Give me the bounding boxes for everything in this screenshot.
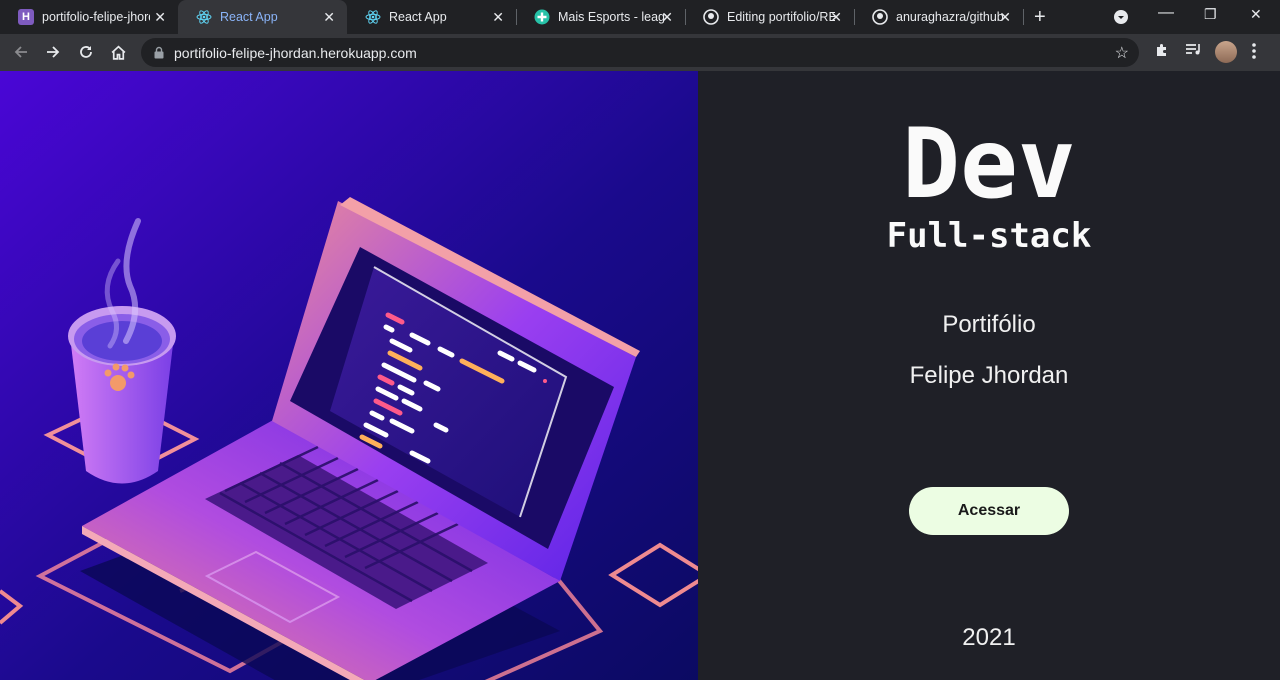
hero-title: Dev — [902, 108, 1076, 220]
laptop-coffee-illustration — [0, 71, 698, 680]
browser-toolbar: portifolio-felipe-jhordan.herokuapp.com … — [0, 34, 1280, 71]
profile-avatar[interactable] — [1215, 41, 1237, 63]
tab-strip: H portifolio-felipe-jhordan ✕ React App … — [0, 0, 1280, 34]
tab-title: anuraghazra/github-readme — [896, 10, 1004, 24]
hero-subtitle: Full-stack — [886, 216, 1092, 256]
new-tab-button[interactable]: + — [1034, 7, 1046, 27]
heroku-icon: H — [18, 9, 34, 25]
tab-anuraghazra[interactable]: anuraghazra/github-readme ✕ — [854, 0, 1024, 34]
home-button[interactable] — [106, 40, 130, 64]
reload-icon — [80, 46, 92, 58]
url-text[interactable]: portifolio-felipe-jhordan.herokuapp.com — [174, 45, 417, 61]
close-icon[interactable]: ✕ — [154, 9, 166, 25]
close-icon[interactable]: ✕ — [323, 9, 335, 25]
close-icon[interactable]: ✕ — [830, 9, 842, 25]
tab-react-app[interactable]: React App ✕ — [347, 0, 517, 34]
address-bar[interactable]: portifolio-felipe-jhordan.herokuapp.com … — [141, 38, 1139, 67]
arrow-right-icon — [47, 46, 60, 58]
close-icon[interactable]: ✕ — [661, 9, 673, 25]
github-icon — [703, 9, 719, 25]
tab-title: portifolio-felipe-jhordan — [42, 10, 150, 24]
restore-icon[interactable]: ❐ — [1204, 6, 1217, 23]
tab-title: React App — [389, 10, 447, 24]
back-button[interactable] — [9, 40, 33, 64]
tab-title: Mais Esports - league — [558, 10, 666, 24]
tab-search-icon[interactable] — [1113, 9, 1129, 25]
home-icon — [111, 45, 125, 60]
reload-button[interactable] — [74, 40, 98, 64]
close-icon[interactable]: ✕ — [999, 9, 1011, 25]
access-button[interactable]: Acessar — [909, 487, 1069, 535]
tab-editing-portifolio[interactable]: Editing portifolio/README ✕ — [685, 0, 855, 34]
forward-button[interactable] — [41, 40, 65, 64]
media-queue-icon[interactable] — [1185, 42, 1203, 58]
hero-panel: Dev Full-stack Portifólio Felipe Jhordan… — [698, 71, 1280, 680]
page-content: Dev Full-stack Portifólio Felipe Jhordan… — [0, 71, 1280, 680]
tab-title: React App — [220, 10, 278, 24]
tab-react-app-active[interactable]: React App ✕ — [178, 0, 347, 34]
tab-title: Editing portifolio/README — [727, 10, 835, 24]
plus-icon — [534, 9, 550, 25]
react-icon — [196, 10, 212, 24]
lock-icon[interactable] — [153, 46, 165, 59]
minimize-icon[interactable]: — — [1158, 4, 1174, 22]
tab-mais-esports[interactable]: Mais Esports - league ✕ — [516, 0, 686, 34]
github-icon — [872, 9, 888, 25]
tab-portifolio-heroku[interactable]: H portifolio-felipe-jhordan ✕ — [0, 0, 178, 34]
tab-separator — [1023, 9, 1024, 25]
react-icon — [365, 10, 381, 24]
copyright-year: 2021 — [962, 624, 1016, 651]
window-close-icon[interactable]: ✕ — [1250, 6, 1262, 23]
arrow-left-icon — [14, 46, 27, 58]
kebab-menu-icon[interactable] — [1251, 42, 1257, 60]
portfolio-label: Portifólio — [942, 311, 1036, 338]
bookmark-star-icon[interactable]: ☆ — [1115, 43, 1129, 63]
author-name: Felipe Jhordan — [909, 362, 1069, 389]
close-icon[interactable]: ✕ — [492, 9, 504, 25]
extensions-puzzle-icon[interactable] — [1154, 42, 1170, 58]
